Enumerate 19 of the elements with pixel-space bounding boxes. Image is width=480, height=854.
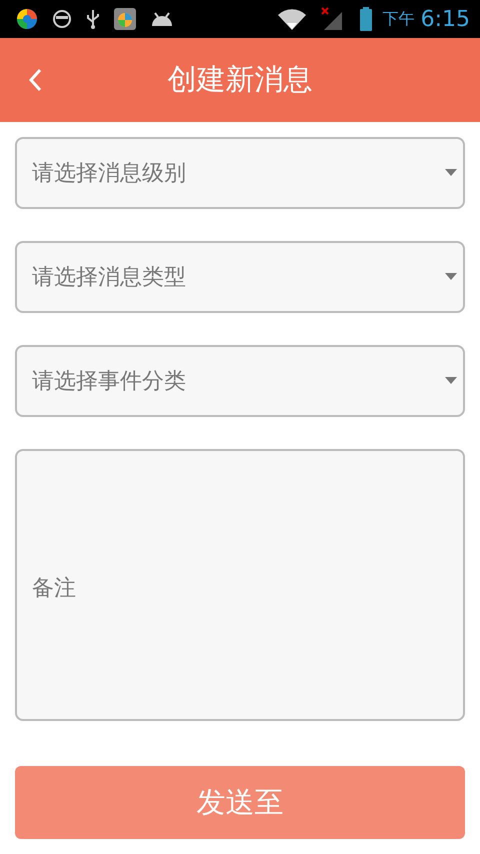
dropdown-arrow-icon [445, 377, 457, 385]
screen-title: 创建新消息 [168, 61, 312, 98]
status-time: 6:15 [420, 6, 470, 32]
signal-icon [320, 7, 345, 31]
status-ampm: 下午 [382, 8, 415, 30]
dropdown-field[interactable]: 请选择消息类型 [15, 241, 465, 313]
dropdown-field[interactable]: 请选择事件分类 [15, 345, 465, 417]
wifi-icon [276, 8, 307, 30]
dropdown-arrow-icon [445, 169, 457, 177]
dropdown-arrow-icon [445, 273, 457, 281]
android-icon [150, 10, 174, 28]
app-logo-icon [16, 8, 38, 30]
note-field[interactable]: 备注 [15, 449, 465, 721]
dropdown-field[interactable]: 请选择消息级别 [15, 137, 465, 209]
usb-icon [86, 8, 100, 30]
app-icon [114, 8, 136, 30]
back-icon [28, 68, 42, 92]
battery-icon [358, 7, 373, 31]
send-button[interactable]: 发送至 [15, 766, 465, 839]
